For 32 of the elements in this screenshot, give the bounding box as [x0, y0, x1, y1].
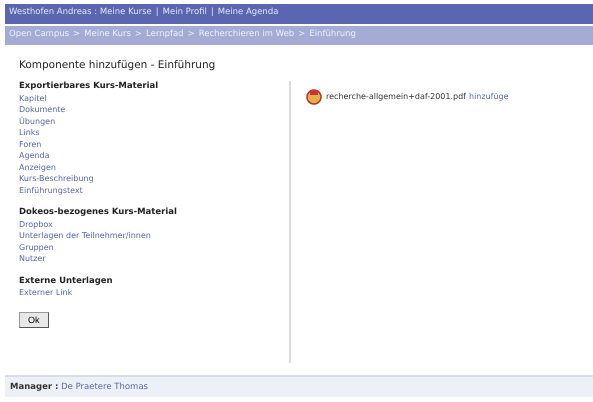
nav-link[interactable]: Westhofen Andreas : Meine Kurse: [9, 7, 152, 21]
material-link[interactable]: Gruppen: [19, 242, 54, 252]
material-link[interactable]: Agenda: [19, 151, 50, 160]
material-link[interactable]: Kurs-Beschreibung: [19, 174, 94, 183]
nav-link[interactable]: Meine Agenda: [218, 7, 278, 21]
separator: >: [134, 29, 142, 41]
separator: >: [73, 29, 80, 41]
file-name: recherche-allgemein+daf-2001.pdf: [326, 92, 466, 100]
material-link[interactable]: Links: [19, 128, 40, 137]
nav-link[interactable]: Mein Profil: [162, 7, 207, 21]
separator: >: [298, 29, 306, 41]
section-heading: Exportierbares Kurs-Material: [19, 81, 160, 92]
manager-link[interactable]: De Praetere Thomas: [61, 382, 148, 392]
material-link[interactable]: Foren: [19, 140, 42, 148]
material-link[interactable]: Anzeigen: [19, 162, 56, 172]
material-link[interactable]: Externer Link: [19, 288, 72, 297]
section-heading: Externe Unterlagen: [19, 276, 114, 287]
separator: |: [210, 7, 214, 19]
material-link[interactable]: Nutzer: [19, 254, 46, 263]
manager-label: Manager :: [10, 382, 58, 392]
separator: >: [188, 29, 195, 41]
section-heading: Dokeos-bezogenes Kurs-Material: [19, 207, 178, 218]
separator: |: [156, 7, 159, 19]
material-link[interactable]: Kapitel: [19, 94, 47, 102]
material-link[interactable]: Dropbox: [19, 220, 53, 228]
material-link[interactable]: Dokumente: [19, 105, 66, 114]
page-title: Komponente hinzufügen - Einführung: [19, 59, 216, 71]
material-link[interactable]: Übungen: [19, 116, 56, 126]
ok-button[interactable]: Ok: [19, 312, 49, 328]
material-link[interactable]: Unterlagen der Teilnehmer/innen: [19, 231, 151, 240]
material-link[interactable]: Einführungstext: [19, 186, 83, 194]
add-link[interactable]: hinzufüge: [469, 92, 509, 100]
